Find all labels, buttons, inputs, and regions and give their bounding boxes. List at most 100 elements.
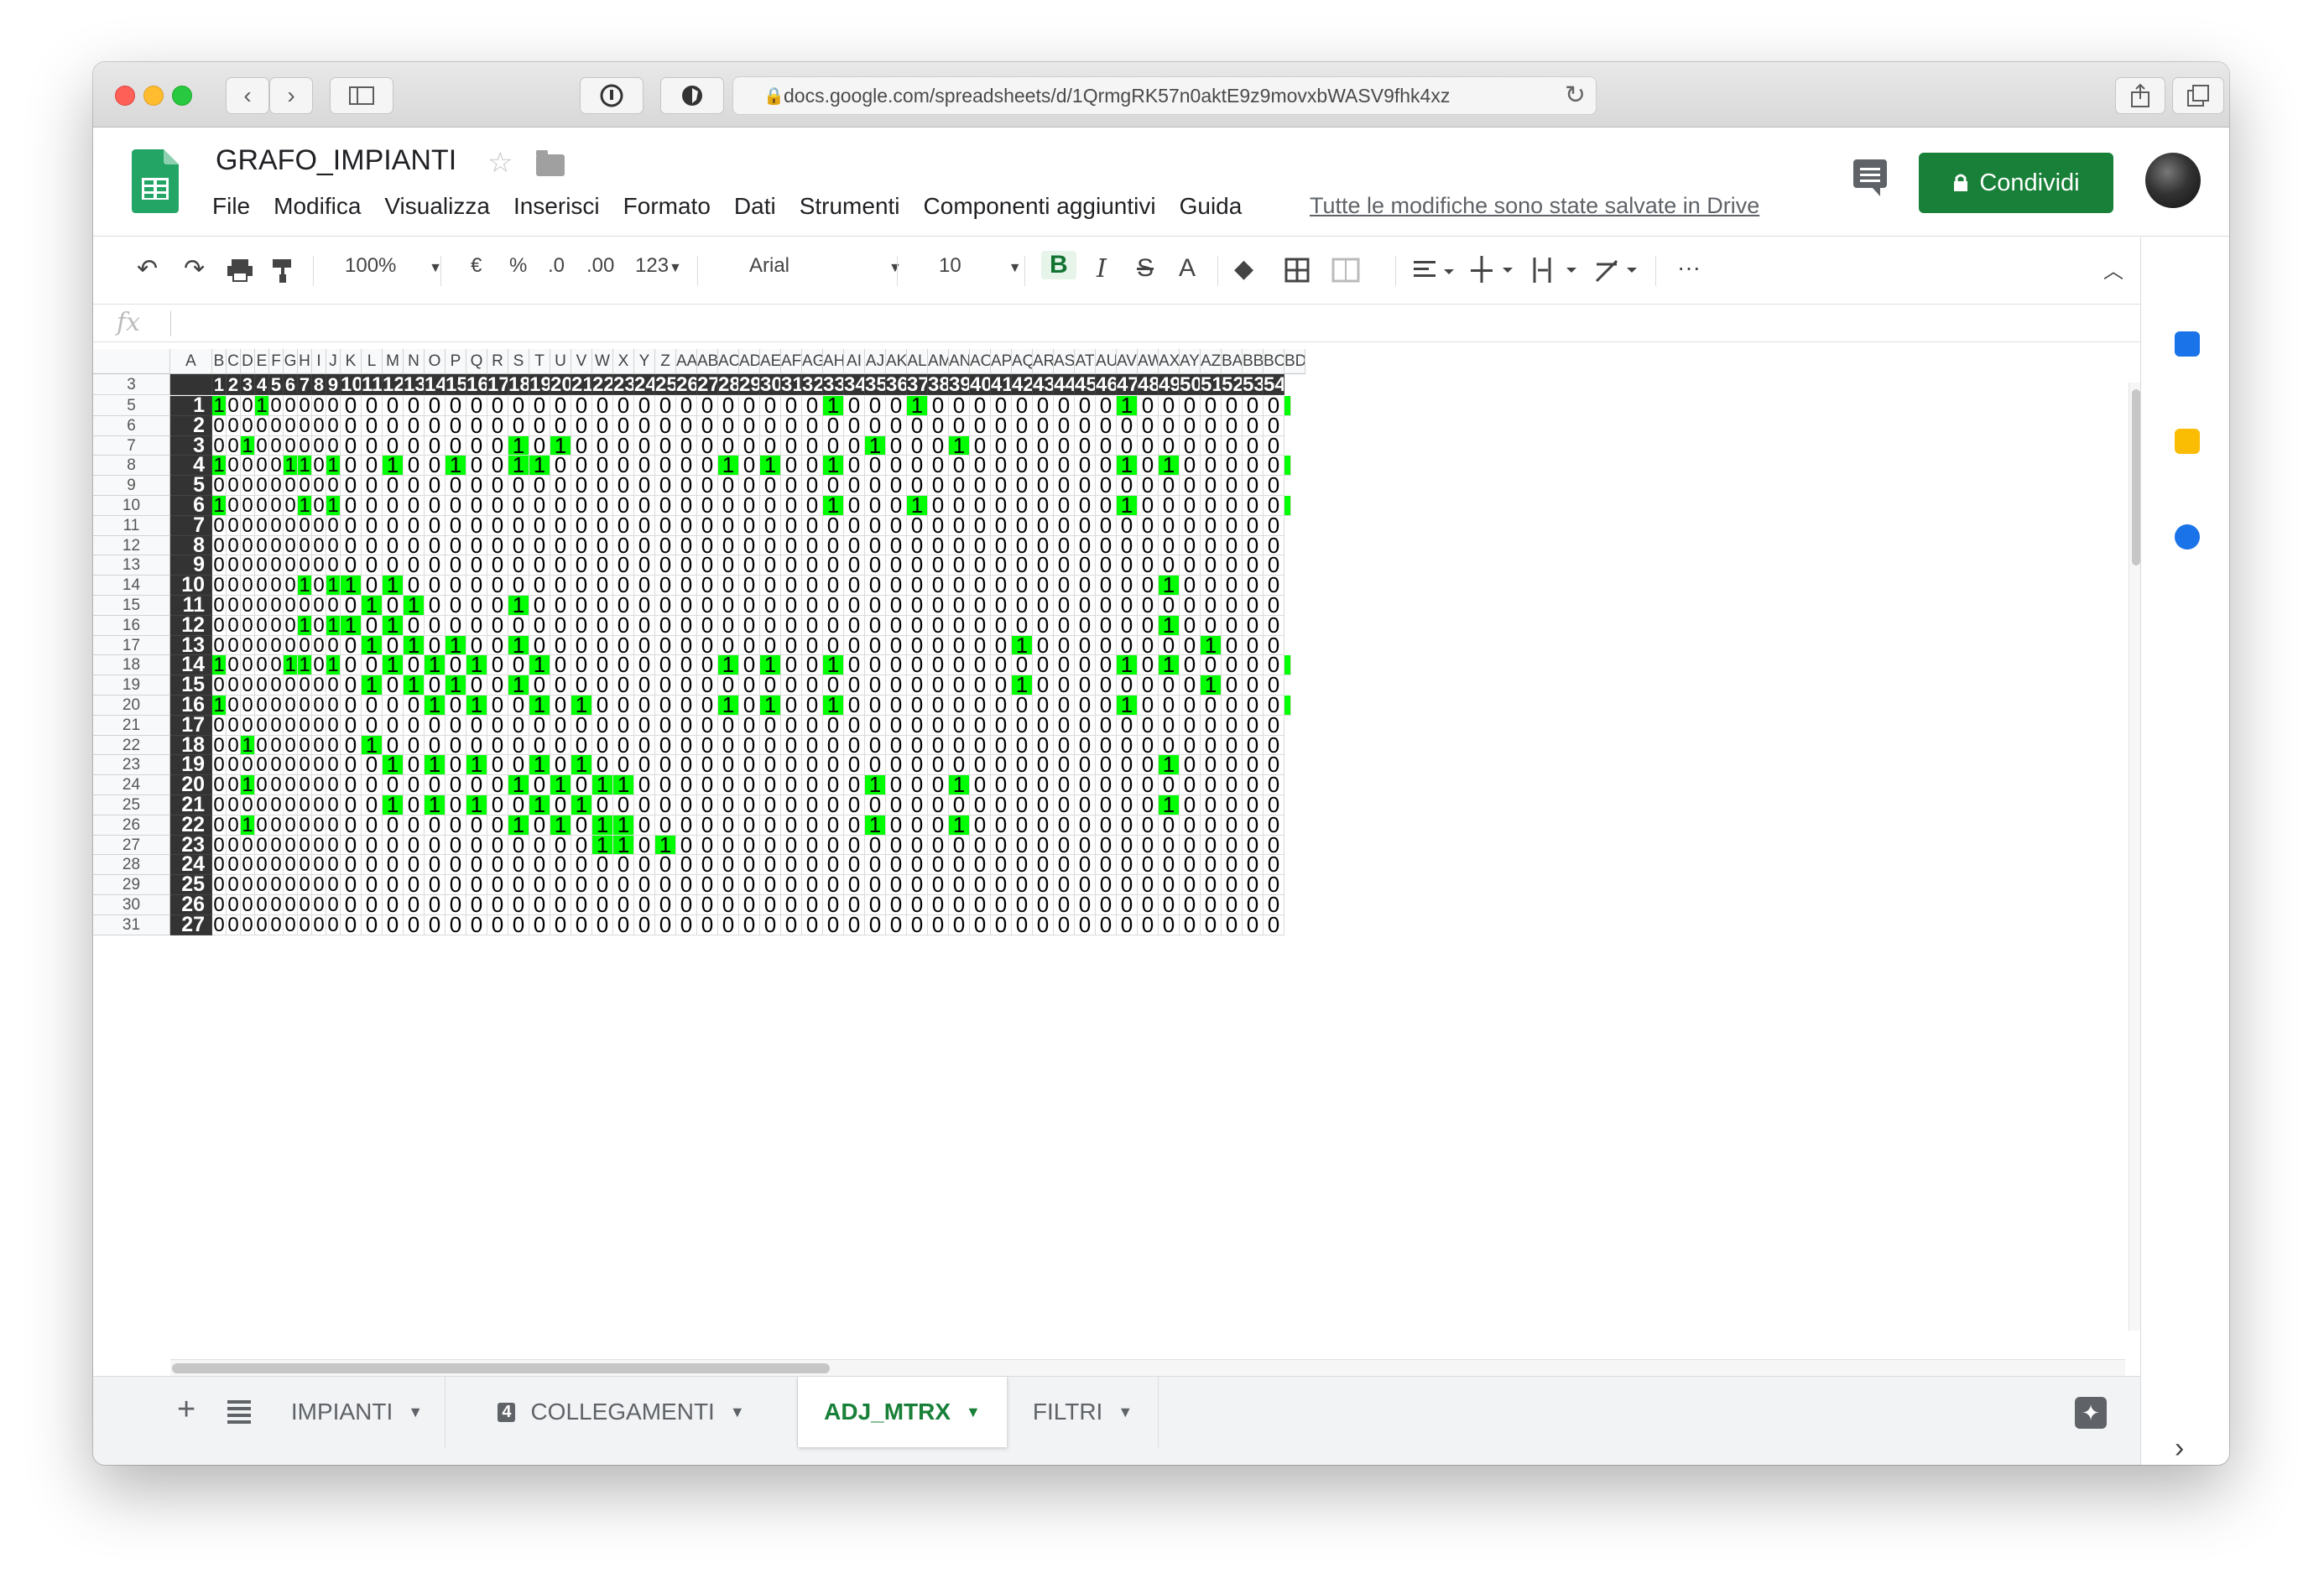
matrix-cell[interactable]: 0 xyxy=(529,496,550,516)
matrix-cell[interactable]: 0 xyxy=(781,675,802,696)
matrix-cell[interactable]: 0 xyxy=(487,635,508,656)
matrix-cell[interactable]: 0 xyxy=(655,815,676,836)
matrix-cell[interactable]: 0 xyxy=(1159,476,1180,496)
matrix-cell[interactable]: 0 xyxy=(212,795,227,815)
matrix-cell[interactable]: 0 xyxy=(1138,396,1159,416)
matrix-cell[interactable]: 1 xyxy=(241,435,255,456)
matrix-cell[interactable]: 0 xyxy=(425,576,446,596)
matrix-cell[interactable]: 0 xyxy=(634,496,655,516)
matrix-cell[interactable]: 0 xyxy=(1138,576,1159,596)
matrix-cell[interactable]: 0 xyxy=(697,496,718,516)
matrix-cell[interactable]: 0 xyxy=(1180,835,1201,856)
matrix-cell[interactable]: 0 xyxy=(550,615,571,636)
matrix-cell[interactable]: 0 xyxy=(571,476,592,496)
matrix-cell[interactable]: 0 xyxy=(1096,596,1117,616)
matrix-cell[interactable]: 0 xyxy=(928,895,949,915)
matrix-cell[interactable]: 0 xyxy=(529,596,550,616)
matrix-cell[interactable]: 0 xyxy=(949,835,970,856)
matrix-cell[interactable]: 0 xyxy=(446,515,466,536)
zoom-window-button[interactable] xyxy=(172,86,192,106)
matrix-cell[interactable]: 0 xyxy=(592,515,613,536)
matrix-cell[interactable]: 0 xyxy=(844,715,865,736)
matrix-cell[interactable]: 0 xyxy=(718,735,739,756)
matrix-cell[interactable]: 0 xyxy=(718,615,739,636)
sheet-tab-adj_mtrx[interactable]: ADJ_MTRX ▼ xyxy=(798,1377,1008,1447)
matrix-cell[interactable]: 0 xyxy=(991,895,1012,915)
matrix-cell[interactable]: 0 xyxy=(1243,715,1264,736)
matrix-cell[interactable]: 0 xyxy=(718,576,739,596)
matrix-cell[interactable]: 1 xyxy=(1117,456,1138,477)
matrix-cell[interactable]: 0 xyxy=(991,476,1012,496)
matrix-cell[interactable]: 0 xyxy=(425,515,446,536)
matrix-cell[interactable]: 0 xyxy=(326,815,341,836)
column-header[interactable]: AB xyxy=(697,349,718,374)
matrix-cell[interactable]: 0 xyxy=(613,875,634,895)
matrix-cell[interactable]: 0 xyxy=(227,775,241,795)
matrix-cell[interactable]: 0 xyxy=(571,835,592,856)
matrix-cell[interactable]: 0 xyxy=(466,815,487,836)
matrix-cell[interactable]: 0 xyxy=(676,855,697,876)
matrix-cell[interactable]: 0 xyxy=(823,555,844,576)
matrix-cell[interactable]: 0 xyxy=(739,655,760,676)
matrix-cell[interactable]: 0 xyxy=(802,775,823,795)
matrix-cell[interactable]: 0 xyxy=(425,415,446,436)
column-header[interactable]: S xyxy=(508,349,529,374)
matrix-cell[interactable]: 0 xyxy=(970,655,991,676)
matrix-cell[interactable]: 0 xyxy=(886,914,907,935)
matrix-cell[interactable]: 0 xyxy=(312,515,326,536)
matrix-cell[interactable]: 0 xyxy=(1033,396,1054,416)
matrix-cell[interactable]: 0 xyxy=(928,875,949,895)
matrix-cell[interactable]: 0 xyxy=(949,396,970,416)
matrix-cell[interactable]: 0 xyxy=(326,396,341,416)
matrix-cell[interactable]: 0 xyxy=(676,435,697,456)
matrix-cell[interactable]: 1 xyxy=(529,655,550,676)
menu-item-modifica[interactable]: Modifica xyxy=(274,193,361,220)
matrix-cell[interactable]: 0 xyxy=(718,515,739,536)
matrix-cell[interactable]: 0 xyxy=(404,456,425,477)
matrix-cell[interactable]: 0 xyxy=(404,775,425,795)
matrix-cell[interactable]: 0 xyxy=(907,415,928,436)
matrix-cell[interactable]: 0 xyxy=(823,755,844,776)
matrix-cell[interactable]: 0 xyxy=(634,655,655,676)
matrix-cell[interactable]: 0 xyxy=(781,396,802,416)
matrix-cell[interactable]: 0 xyxy=(634,835,655,856)
matrix-cell[interactable]: 0 xyxy=(241,615,255,636)
matrix-cell[interactable]: 0 xyxy=(949,696,970,716)
matrix-cell[interactable]: 0 xyxy=(487,815,508,836)
matrix-cell[interactable]: 0 xyxy=(823,715,844,736)
matrix-cell[interactable]: 0 xyxy=(269,555,284,576)
matrix-cell[interactable]: 0 xyxy=(739,635,760,656)
matrix-cell[interactable]: 0 xyxy=(269,815,284,836)
matrix-cell[interactable]: 0 xyxy=(1201,615,1222,636)
matrix-cell[interactable]: 0 xyxy=(446,775,466,795)
matrix-cell[interactable]: 0 xyxy=(425,895,446,915)
matrix-cell[interactable]: 0 xyxy=(284,596,298,616)
matrix-cell[interactable]: 1 xyxy=(1159,576,1180,596)
column-header[interactable]: AS xyxy=(1054,349,1075,374)
matrix-cell[interactable]: 0 xyxy=(760,435,781,456)
matrix-cell[interactable]: 0 xyxy=(1054,675,1075,696)
column-header[interactable]: AU xyxy=(1096,349,1117,374)
matrix-cell[interactable]: 0 xyxy=(446,875,466,895)
matrix-cell[interactable]: 0 xyxy=(312,715,326,736)
matrix-cell[interactable]: 0 xyxy=(844,655,865,676)
matrix-cell[interactable]: 0 xyxy=(802,655,823,676)
matrix-cell[interactable]: 0 xyxy=(255,596,269,616)
column-header[interactable]: Z xyxy=(655,349,676,374)
matrix-cell[interactable]: 0 xyxy=(255,914,269,935)
matrix-cell[interactable]: 0 xyxy=(1012,696,1033,716)
matrix-cell[interactable]: 0 xyxy=(1159,835,1180,856)
matrix-cell[interactable]: 0 xyxy=(1117,576,1138,596)
matrix-cell[interactable]: 0 xyxy=(1033,515,1054,536)
matrix-cell[interactable]: 0 xyxy=(326,735,341,756)
column-header[interactable]: K xyxy=(341,349,362,374)
matrix-cell[interactable]: 0 xyxy=(255,655,269,676)
matrix-cell[interactable]: 1 xyxy=(425,755,446,776)
matrix-cell[interactable]: 0 xyxy=(362,496,383,516)
matrix-cell[interactable]: 0 xyxy=(907,715,928,736)
matrix-cell[interactable]: 0 xyxy=(529,576,550,596)
column-header[interactable]: P xyxy=(446,349,466,374)
matrix-cell[interactable]: 0 xyxy=(739,476,760,496)
matrix-cell[interactable]: 0 xyxy=(613,655,634,676)
matrix-cell[interactable]: 0 xyxy=(823,675,844,696)
